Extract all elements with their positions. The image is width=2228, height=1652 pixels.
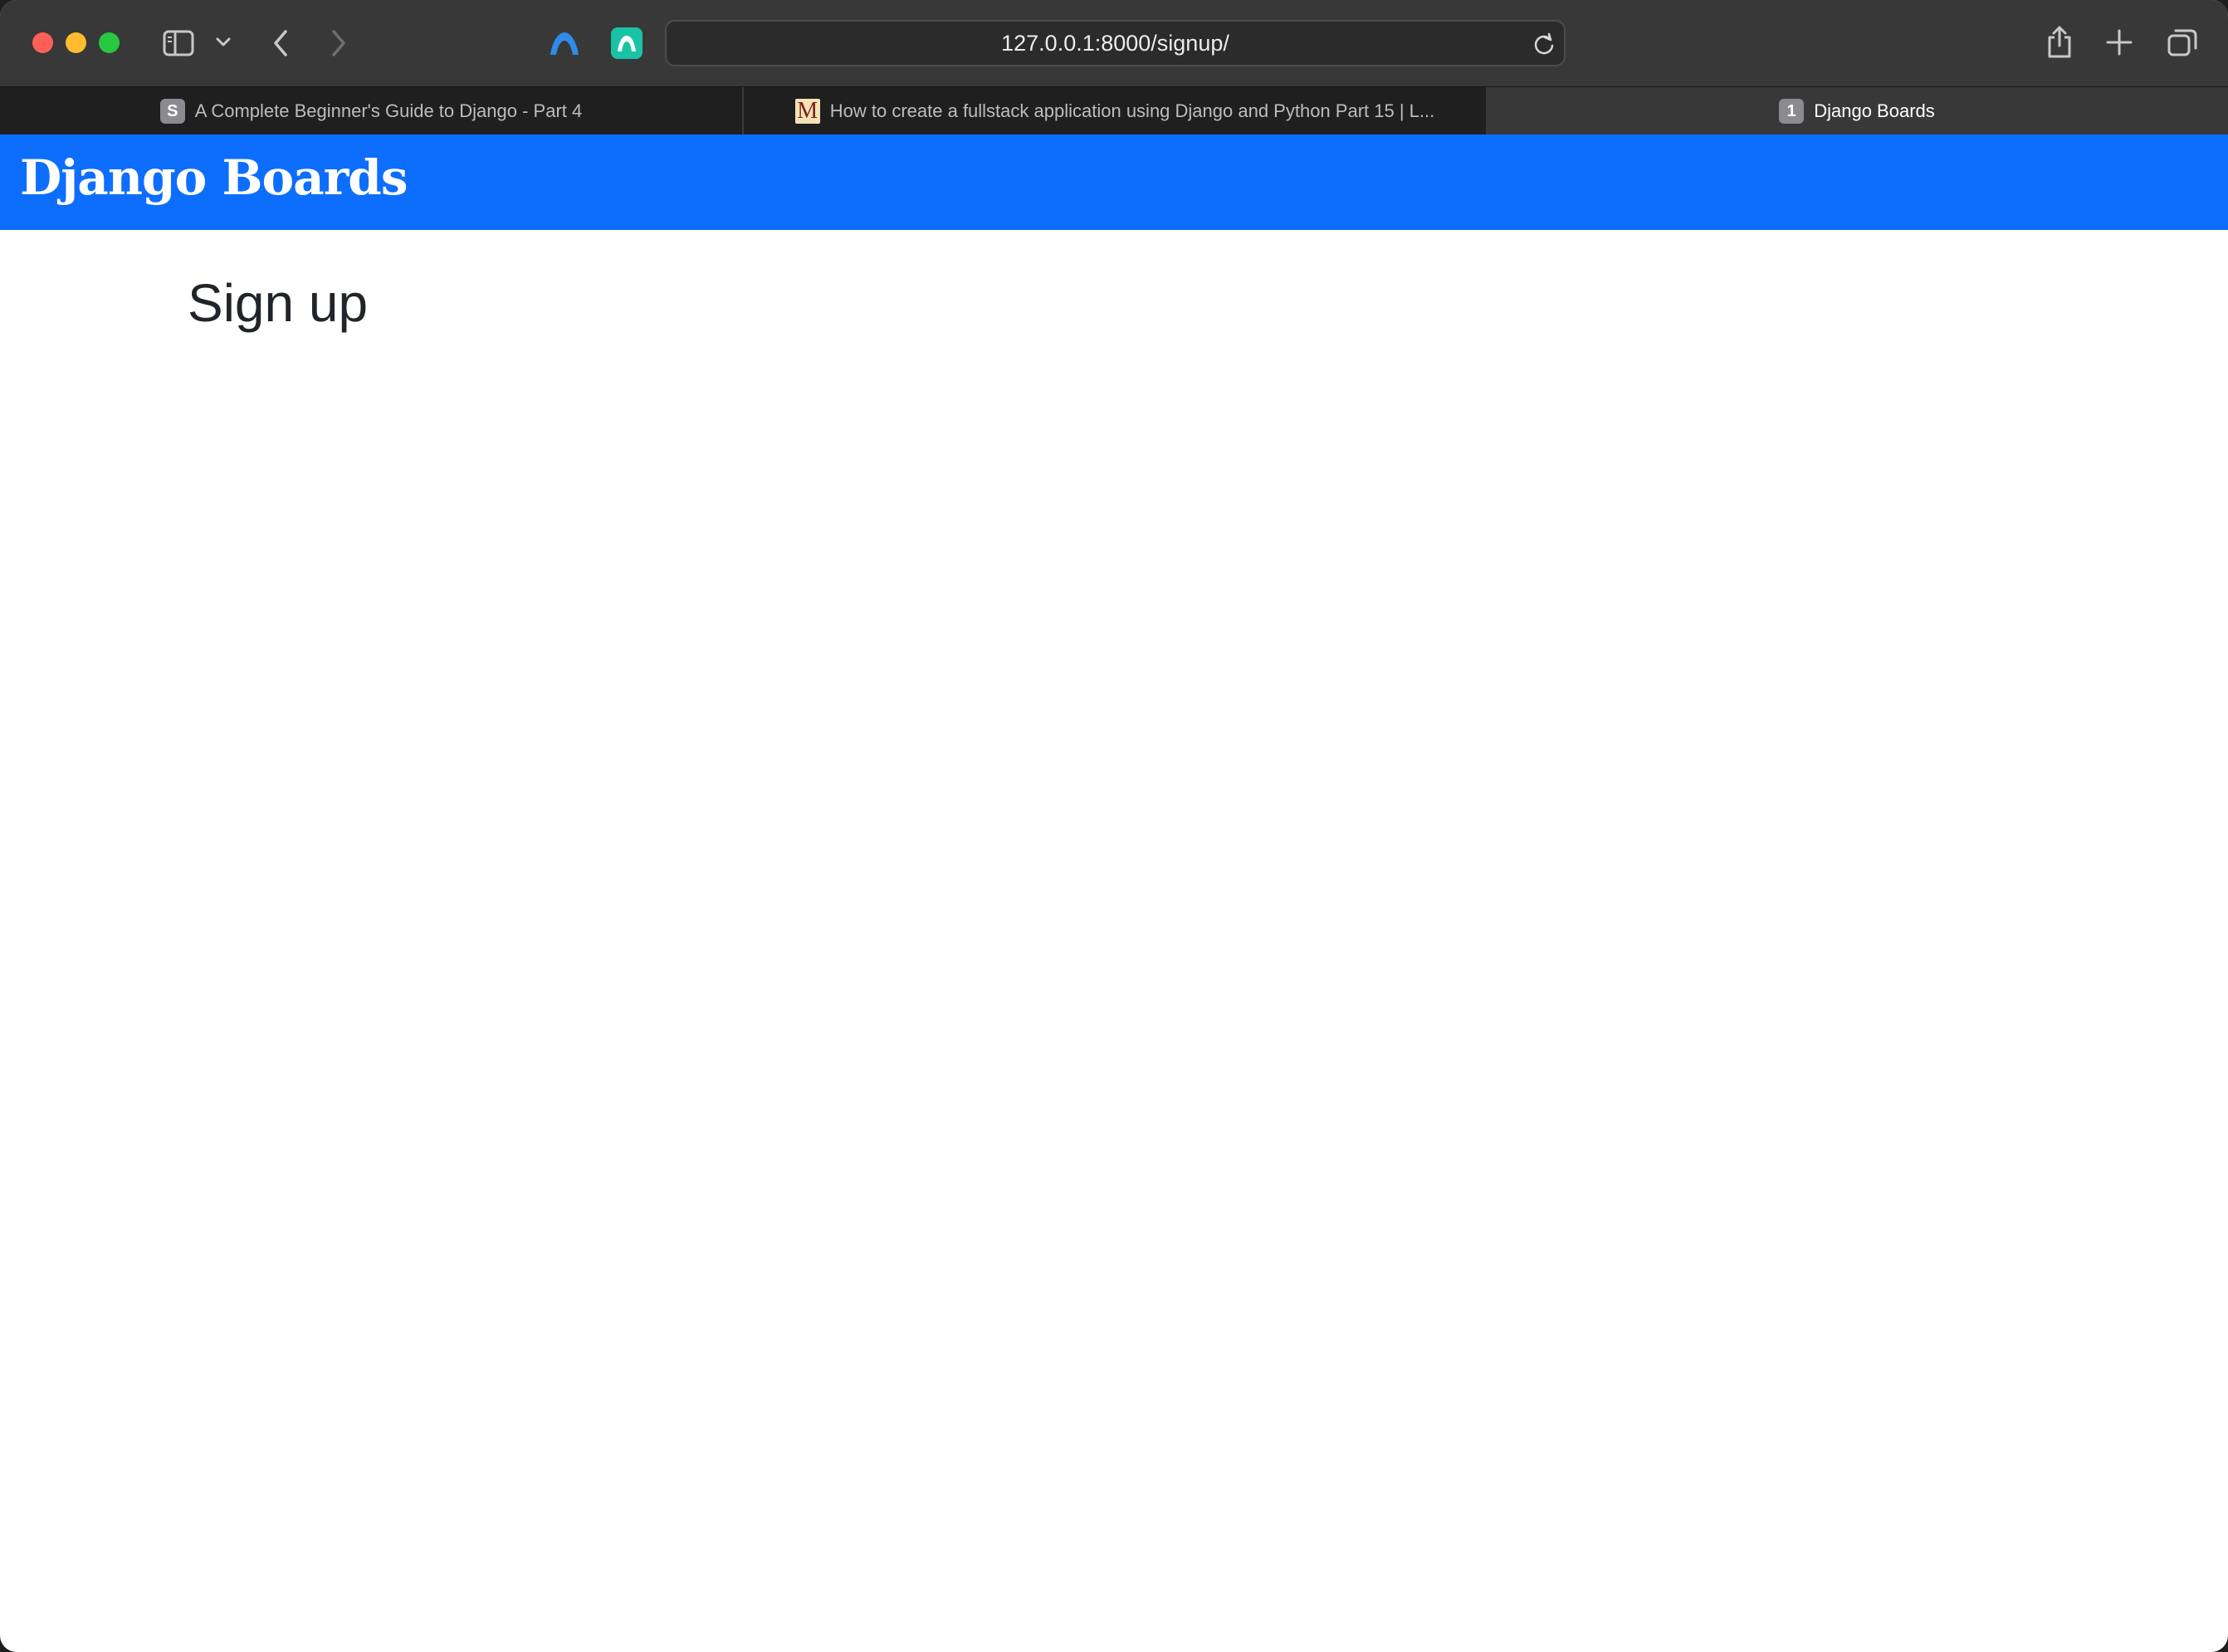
share-icon[interactable] [2045, 26, 2074, 59]
extension-b-icon[interactable] [611, 27, 643, 59]
tab-label: How to create a fullstack application us… [829, 100, 1435, 121]
chevron-down-icon[interactable] [216, 37, 231, 48]
site-navbar: Django Boards [0, 134, 2228, 230]
page-title: Sign up [188, 273, 369, 333]
tab-django-boards[interactable]: 1 Django Boards [1486, 87, 2228, 135]
tab-label: Django Boards [1814, 100, 1935, 121]
url-text: 127.0.0.1:8000/signup/ [1001, 31, 1229, 56]
address-bar[interactable]: 127.0.0.1:8000/signup/ [665, 20, 1566, 66]
tab-favicon: 1 [1779, 99, 1805, 124]
back-icon[interactable] [271, 28, 291, 58]
tab-fullstack-app[interactable]: M How to create a fullstack application … [744, 87, 1486, 135]
new-tab-icon[interactable] [2105, 28, 2133, 56]
tab-overview-icon[interactable] [2167, 27, 2198, 57]
site-brand-link[interactable]: Django Boards [20, 149, 408, 206]
reload-icon[interactable] [1532, 32, 1556, 60]
tab-label: A Complete Beginner's Guide to Django - … [194, 100, 583, 121]
forward-icon[interactable] [329, 28, 349, 58]
browser-window: 127.0.0.1:8000/signup/ S A Complete Begi… [0, 0, 2228, 1652]
extension-a-icon[interactable] [548, 29, 581, 57]
browser-toolbar: 127.0.0.1:8000/signup/ [0, 0, 2228, 86]
tab-favicon: M [794, 98, 820, 124]
tab-django-guide[interactable]: S A Complete Beginner's Guide to Django … [0, 87, 742, 135]
tab-bar: S A Complete Beginner's Guide to Django … [0, 86, 2228, 135]
close-window-button[interactable] [32, 32, 53, 53]
maximize-window-button[interactable] [99, 32, 120, 53]
minimize-window-button[interactable] [66, 32, 86, 53]
sidebar-icon[interactable] [163, 30, 194, 56]
tab-favicon: S [159, 99, 185, 124]
